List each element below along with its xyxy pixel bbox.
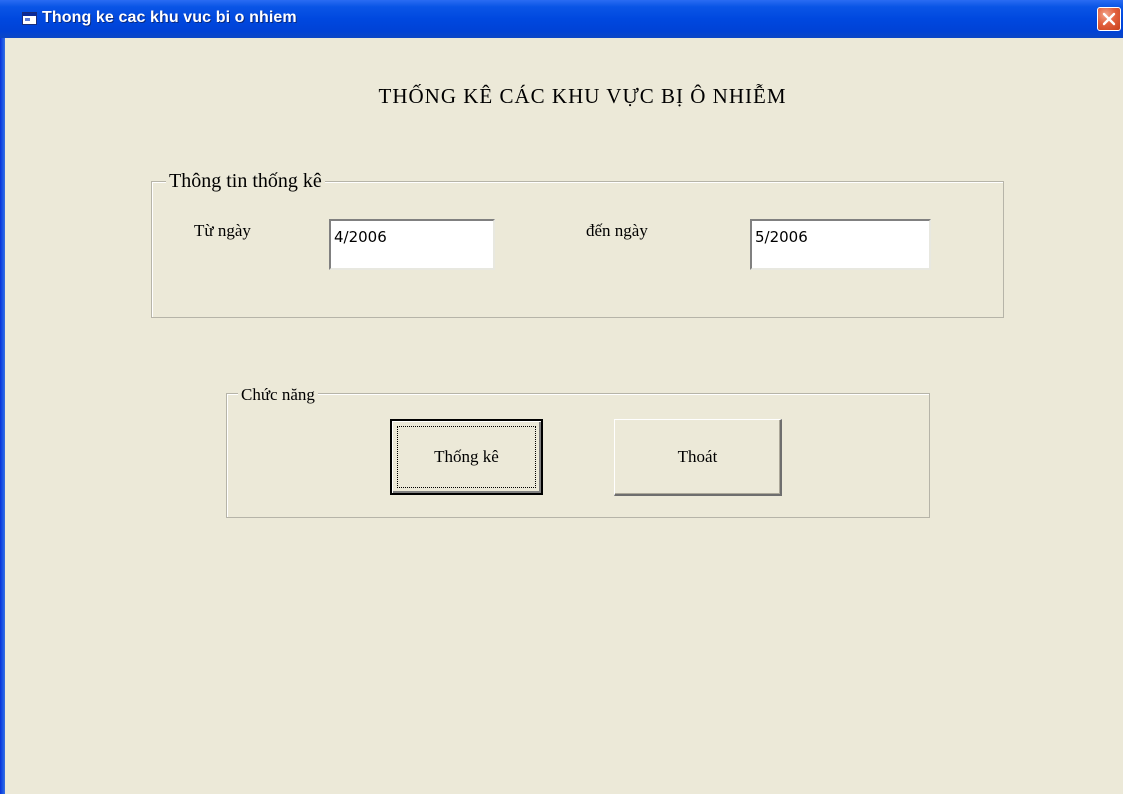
form-window-icon[interactable] (22, 12, 37, 25)
to-date-label: đến ngày (586, 221, 648, 240)
app-window: Thong ke cac khu vuc bi o nhiem THỐNG KÊ… (0, 0, 1123, 794)
window-title: Thong ke cac khu vuc bi o nhiem (42, 9, 297, 26)
to-date-field[interactable]: 5/2006 (750, 219, 931, 270)
stats-button[interactable]: Thống kê (390, 419, 543, 495)
function-group-legend: Chức năng (238, 386, 318, 403)
from-date-label: Từ ngày (194, 221, 251, 240)
close-icon (1102, 12, 1116, 26)
close-button[interactable] (1097, 7, 1121, 31)
from-date-field[interactable]: 4/2006 (329, 219, 495, 270)
page-heading: THỐNG KÊ CÁC KHU VỰC BỊ Ô NHIỄM (378, 84, 787, 108)
title-bar[interactable]: Thong ke cac khu vuc bi o nhiem (0, 0, 1123, 38)
focus-rectangle (397, 426, 536, 488)
exit-button[interactable]: Thoát (614, 419, 782, 496)
function-groupbox (226, 393, 930, 518)
window-frame-left (0, 0, 5, 794)
exit-button-label: Thoát (677, 447, 718, 466)
info-group-legend: Thông tin thống kê (166, 171, 325, 191)
